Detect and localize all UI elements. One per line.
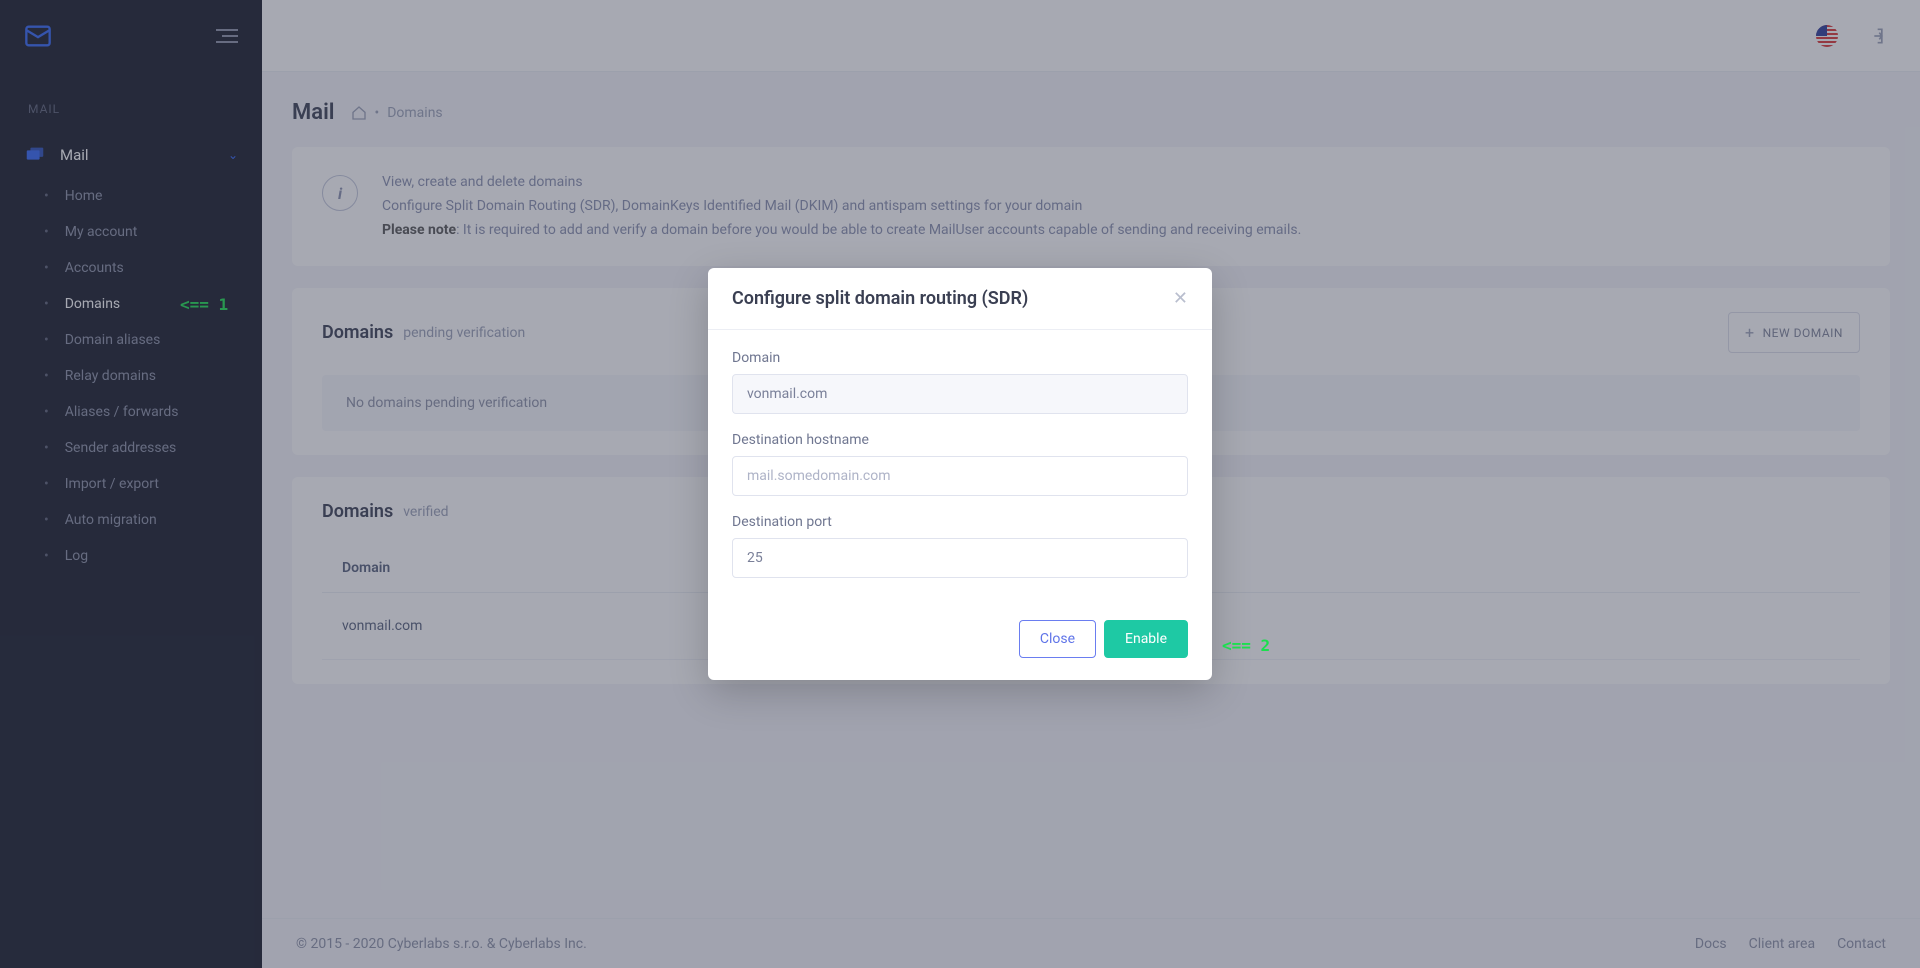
hostname-input[interactable] bbox=[732, 456, 1188, 496]
hostname-label: Destination hostname bbox=[732, 432, 1188, 448]
field-hostname: Destination hostname bbox=[732, 432, 1188, 496]
modal-title: Configure split domain routing (SDR) bbox=[732, 288, 1028, 309]
modal-header: Configure split domain routing (SDR) ✕ bbox=[708, 268, 1212, 330]
domain-label: Domain bbox=[732, 350, 1188, 366]
field-port: Destination port bbox=[732, 514, 1188, 578]
modal-body: Domain Destination hostname Destination … bbox=[708, 330, 1212, 602]
modal-footer: Close Enable bbox=[708, 602, 1212, 680]
sdr-modal: Configure split domain routing (SDR) ✕ D… bbox=[708, 268, 1212, 680]
modal-close-icon[interactable]: ✕ bbox=[1173, 288, 1188, 309]
close-button[interactable]: Close bbox=[1019, 620, 1096, 658]
enable-button[interactable]: Enable bbox=[1104, 620, 1188, 658]
domain-input bbox=[732, 374, 1188, 414]
port-input[interactable] bbox=[732, 538, 1188, 578]
annotation-2: <== 2 bbox=[1222, 636, 1270, 655]
port-label: Destination port bbox=[732, 514, 1188, 530]
field-domain: Domain bbox=[732, 350, 1188, 414]
